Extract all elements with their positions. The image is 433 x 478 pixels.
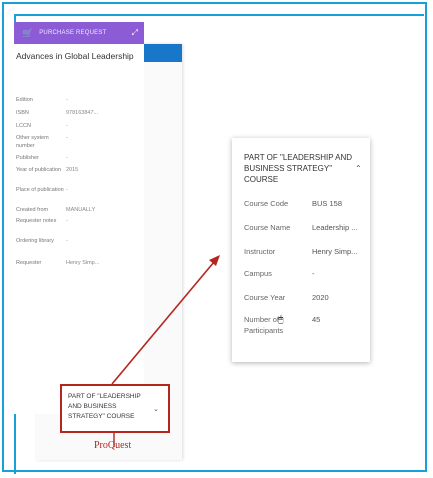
popup-row-label: Course Code [244,199,289,208]
popup-row-value: Henry Simp... [312,247,358,256]
popup-row-value: 2020 [312,293,329,302]
callout-arrowhead [209,255,220,266]
popup-row-value: - [312,269,315,278]
popup-row: Course Year 2020 [244,292,374,303]
popup-row: Number of Participants 45 [244,314,374,336]
popup-row-label: Instructor [244,247,276,256]
popup-row: Instructor Henry Simp... [244,246,374,257]
popup-row-label: Course Year [244,293,286,302]
popup-row-label: Course Name [244,223,291,232]
mouse-cursor-icon: 🖱 [278,314,284,324]
popup-row-value: 45 [312,315,321,324]
callout-arrow-line [111,261,215,385]
popup-row: Course Code BUS 158 [244,198,374,209]
popup-title: PART OF "LEADERSHIP AND BUSINESS STRATEG… [244,153,353,184]
popup-row: Course Name Leadership ... [244,222,374,233]
popup-row-value: BUS 158 [312,199,343,208]
popup-row: Campus - [244,268,374,279]
popup-row-label: Campus [244,269,272,278]
chevron-up-icon[interactable]: ⌃ [355,164,362,173]
popup-row-value: Leadership ... [312,223,358,232]
